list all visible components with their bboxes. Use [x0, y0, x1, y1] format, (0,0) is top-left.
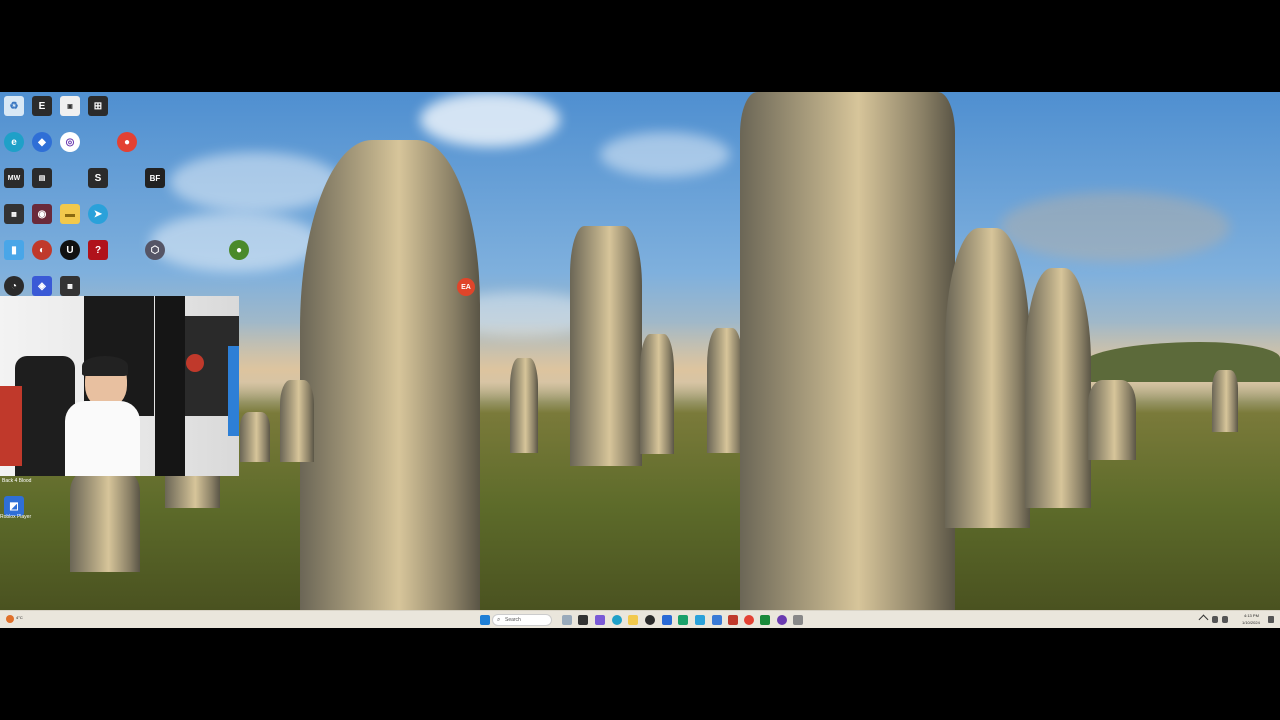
- desktop-icon-grid: ♻ E ▣ ⊞ e ◆ ◎ ● MW ▤ S BF ▦ ◉ ▬ ➤ ▮ ◐ U …: [0, 92, 249, 302]
- file-explorer-icon[interactable]: [628, 615, 638, 625]
- app-shortcut-icon[interactable]: ?: [88, 240, 108, 260]
- cloud: [170, 152, 340, 212]
- clock-time[interactable]: 4:13 PM: [1244, 613, 1259, 618]
- webcam-red-object: [0, 386, 22, 466]
- unreal-engine-icon[interactable]: U: [60, 240, 80, 260]
- modern-warfare-icon[interactable]: MW: [4, 168, 24, 188]
- cloud: [420, 92, 560, 147]
- volume-icon[interactable]: [1222, 616, 1228, 623]
- notification-icon[interactable]: [1268, 616, 1274, 623]
- app-shortcut-icon[interactable]: ◐: [32, 240, 52, 260]
- app-shortcut-icon[interactable]: ◎: [60, 132, 80, 152]
- chrome-taskbar-icon[interactable]: [744, 615, 754, 625]
- start-button[interactable]: [480, 615, 490, 625]
- webcam-screen-glow: [228, 346, 239, 436]
- app-taskbar-icon[interactable]: [712, 615, 722, 625]
- taskbar: 4°C ⌕ Search 4:13 PM 1/10/2024: [0, 610, 1280, 629]
- cloud: [600, 132, 730, 177]
- search-icon: ⌕: [497, 617, 501, 623]
- standing-stone: [1025, 268, 1091, 508]
- app-taskbar-icon[interactable]: [678, 615, 688, 625]
- edge-icon[interactable]: e: [4, 132, 24, 152]
- chrome-icon[interactable]: ●: [117, 132, 137, 152]
- app-taskbar-icon[interactable]: [728, 615, 738, 625]
- back4blood-label: Back 4 Blood: [2, 478, 32, 484]
- weather-icon[interactable]: [6, 615, 14, 623]
- app-taskbar-icon[interactable]: [760, 615, 770, 625]
- epic-games-icon[interactable]: E: [32, 96, 52, 116]
- clock-date[interactable]: 1/10/2024: [1242, 620, 1260, 625]
- app-shortcut-icon[interactable]: ▩: [60, 276, 80, 296]
- search-box[interactable]: ⌕ Search: [492, 614, 552, 626]
- app-shortcut-icon[interactable]: ◆: [32, 132, 52, 152]
- chevron-up-icon[interactable]: [1198, 614, 1209, 625]
- app-shortcut-icon[interactable]: ●: [229, 240, 249, 260]
- task-view-icon[interactable]: [578, 615, 588, 625]
- standing-stone: [70, 472, 140, 572]
- letterbox-top: [0, 0, 1280, 92]
- app-shortcut-icon[interactable]: ▮: [4, 240, 24, 260]
- obs-taskbar-icon[interactable]: [645, 615, 655, 625]
- webcam-curtain: [155, 296, 185, 476]
- folder-icon[interactable]: ▬: [60, 204, 80, 224]
- search-placeholder: Search: [505, 617, 521, 623]
- standing-stone: [707, 328, 743, 453]
- app-taskbar-icon[interactable]: [662, 615, 672, 625]
- cloud: [1000, 192, 1230, 262]
- battlefield-icon[interactable]: BF: [145, 168, 165, 188]
- standing-stone: [1212, 370, 1238, 432]
- standing-stone: [510, 358, 538, 453]
- standing-stone: [570, 226, 642, 466]
- app-shortcut-icon[interactable]: S: [88, 168, 108, 188]
- app-taskbar-icon[interactable]: [777, 615, 787, 625]
- roblox-player-icon[interactable]: ◩: [4, 496, 24, 516]
- ea-app-icon[interactable]: EA: [457, 278, 475, 296]
- edge-taskbar-icon[interactable]: [612, 615, 622, 625]
- network-icon[interactable]: [1212, 616, 1218, 623]
- app-shortcut-icon[interactable]: ◈: [32, 276, 52, 296]
- app-shortcut-icon[interactable]: ◉: [32, 204, 52, 224]
- settings-taskbar-icon[interactable]: [793, 615, 803, 625]
- telegram-icon[interactable]: ➤: [88, 204, 108, 224]
- widgets-icon[interactable]: [595, 615, 605, 625]
- windows-app-icon[interactable]: ⊞: [88, 96, 108, 116]
- standing-stone: [280, 380, 314, 462]
- webcam-overlay: [0, 296, 239, 476]
- webcam-person-shirt: [65, 401, 140, 476]
- weather-text: 4°C: [16, 615, 23, 620]
- standing-stone: [740, 92, 955, 610]
- standing-stone: [945, 228, 1030, 528]
- letterbox-bottom: [0, 628, 1280, 720]
- recycle-bin-icon[interactable]: ♻: [4, 96, 24, 116]
- app-shortcut-icon[interactable]: ▣: [60, 96, 80, 116]
- roblox-player-label: Roblox Player: [0, 514, 32, 520]
- app-shortcut-icon[interactable]: ▤: [32, 168, 52, 188]
- copilot-icon[interactable]: [562, 615, 572, 625]
- app-shortcut-icon[interactable]: ⬡: [145, 240, 165, 260]
- webcam-red-light: [186, 354, 204, 372]
- standing-stone: [300, 140, 480, 610]
- standing-stone: [165, 472, 220, 508]
- obs-icon[interactable]: ◔: [4, 276, 24, 296]
- app-taskbar-icon[interactable]: [695, 615, 705, 625]
- standing-stone: [240, 412, 270, 462]
- standing-stone: [640, 334, 674, 454]
- standing-stone: [1088, 380, 1136, 460]
- webcam-headset: [82, 356, 128, 376]
- app-shortcut-icon[interactable]: ▦: [4, 204, 24, 224]
